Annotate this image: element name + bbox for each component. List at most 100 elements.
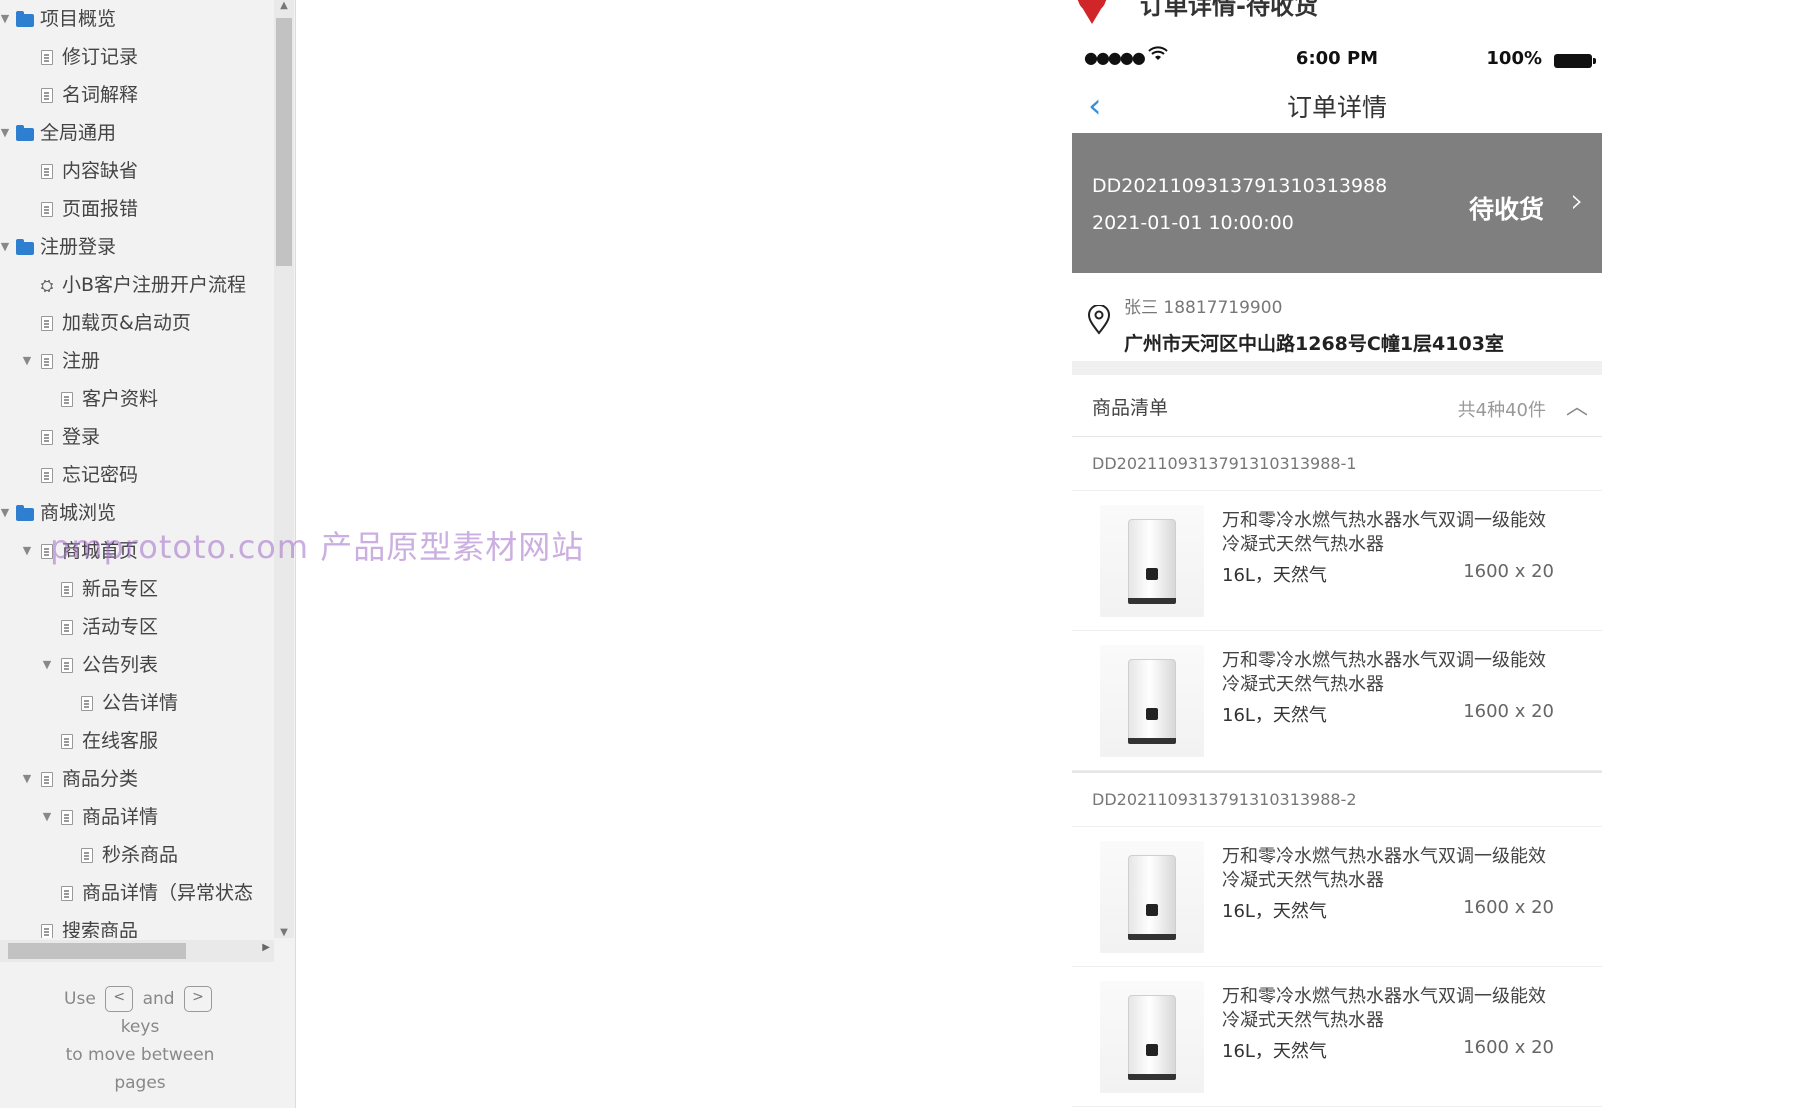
tree-item[interactable]: 页面报错 — [0, 190, 274, 228]
order-status-banner[interactable]: DD2021109313791310313988 2021-01-01 10:0… — [1072, 133, 1602, 273]
scroll-right-icon[interactable]: ▶ — [262, 942, 270, 953]
expand-arrow-icon[interactable]: ▼ — [0, 228, 12, 266]
page-icon — [57, 380, 77, 418]
tree-item[interactable]: 搜索商品 — [0, 912, 274, 938]
page-icon — [37, 342, 57, 380]
expand-arrow-icon[interactable]: ▼ — [0, 114, 12, 152]
product-item[interactable]: 万和零冷水燃气热水器水气双调一级能效冷凝式天然气热水器 16L，天然气 1600 x… — [1072, 491, 1602, 631]
folder-icon — [15, 0, 35, 38]
tree-item-label: 小B客户注册开户流程 — [62, 274, 247, 296]
page-icon — [37, 456, 57, 494]
tree-item[interactable]: 登录 — [0, 418, 274, 456]
product-price: 1600 x 20 — [1463, 701, 1554, 722]
product-price: 1600 x 20 — [1463, 1037, 1554, 1058]
tree-item-label: 秒杀商品 — [102, 844, 179, 866]
hscroll-thumb[interactable] — [8, 943, 186, 959]
product-name: 万和零冷水燃气热水器水气双调一级能效冷凝式天然气热水器 — [1222, 986, 1546, 1031]
nav-bar: ‹ 订单详情 — [1072, 82, 1602, 133]
hint-keys: keys — [120, 1017, 160, 1037]
expand-arrow-icon[interactable]: ▼ — [40, 646, 54, 684]
tree-item[interactable]: ▼ 项目概览 — [0, 0, 274, 38]
tree-item[interactable]: 商品详情（异常状态 — [0, 874, 274, 912]
product-spec: 16L，天然气 — [1222, 705, 1327, 726]
page-icon — [77, 836, 97, 874]
scroll-thumb[interactable] — [276, 18, 292, 266]
product-price: 1600 x 20 — [1463, 897, 1554, 918]
product-price: 1600 x 20 — [1463, 561, 1554, 582]
tree-item-label: 名词解释 — [62, 84, 139, 106]
chevron-up-icon[interactable]: ︿ — [1566, 389, 1588, 421]
watermark: pmprototo.com 产品原型素材网站 — [50, 528, 585, 566]
tree-item-label: 加载页&启动页 — [62, 312, 191, 334]
flow-icon: ⛭ — [40, 276, 54, 295]
product-name: 万和零冷水燃气热水器水气双调一级能效冷凝式天然气热水器 — [1222, 510, 1546, 555]
tree-item-label: 在线客服 — [82, 730, 159, 752]
water-heater-icon — [1128, 519, 1176, 604]
keyboard-hint: Use < and > keys to move between pages — [0, 985, 280, 1097]
hint-line3: pages — [114, 1073, 166, 1093]
address-detail: 广州市天河区中山路1268号C幢1层4103室 — [1124, 333, 1504, 355]
goods-list-label: 商品清单 — [1092, 397, 1169, 419]
hint-line2: to move between — [65, 1045, 215, 1065]
product-item[interactable]: 万和零冷水燃气热水器水气双调一级能效冷凝式天然气热水器 16L，天然气 1600 x… — [1072, 967, 1602, 1107]
tree-item[interactable]: 忘记密码 — [0, 456, 274, 494]
tree-item[interactable]: 内容缺省 — [0, 152, 274, 190]
chevron-right-icon[interactable]: › — [1570, 181, 1584, 221]
goods-count: 共4种40件 — [1457, 400, 1546, 421]
folder-icon — [15, 114, 35, 152]
tree-item-label: 公告列表 — [82, 654, 159, 676]
product-name: 万和零冷水燃气热水器水气双调一级能效冷凝式天然气热水器 — [1222, 650, 1546, 695]
tree-item[interactable]: 客户资料 — [0, 380, 274, 418]
tree-item-label: 项目概览 — [40, 8, 117, 30]
tree-item-label: 注册 — [62, 350, 101, 372]
tree-item[interactable]: ▼ 商品详情 — [0, 798, 274, 836]
tree-item-label: 内容缺省 — [62, 160, 139, 182]
product-item[interactable]: 万和零冷水燃气热水器水气双调一级能效冷凝式天然气热水器 16L，天然气 1600 x… — [1072, 827, 1602, 967]
expand-arrow-icon[interactable]: ▼ — [20, 532, 34, 570]
page-title: 订单详情-待收货 — [1140, 0, 1318, 20]
tree-item[interactable]: 加载页&启动页 — [0, 304, 274, 342]
tree-item[interactable]: ▼ 注册登录 — [0, 228, 274, 266]
page-icon — [37, 912, 57, 938]
tree-item-label: 活动专区 — [82, 616, 159, 638]
goods-groups: DD2021109313791310313988-1 万和零冷水燃气热水器水气双调… — [1072, 437, 1602, 1107]
scroll-up-icon[interactable]: ▲ — [274, 0, 294, 11]
tree-item-label: 商品详情（异常状态 — [82, 882, 254, 904]
tree-item[interactable]: ▼ 全局通用 — [0, 114, 274, 152]
tree-item[interactable]: ▼ 注册 — [0, 342, 274, 380]
expand-arrow-icon[interactable]: ▼ — [0, 494, 12, 532]
expand-arrow-icon[interactable]: ▼ — [20, 760, 34, 798]
suborder-number: DD2021109313791310313988-2 — [1072, 773, 1602, 827]
product-name: 万和零冷水燃气热水器水气双调一级能效冷凝式天然气热水器 — [1222, 846, 1546, 891]
expand-arrow-icon[interactable]: ▼ — [40, 798, 54, 836]
folder-icon — [15, 494, 35, 532]
hint-and: and — [142, 989, 175, 1009]
page-icon — [37, 152, 57, 190]
tree-item-label: 新品专区 — [82, 578, 159, 600]
vertical-scrollbar[interactable]: ▲ ▼ — [274, 0, 294, 938]
tree-item-label: 页面报错 — [62, 198, 139, 220]
scroll-down-icon[interactable]: ▼ — [274, 927, 294, 938]
water-heater-icon — [1128, 995, 1176, 1080]
expand-arrow-icon[interactable]: ▼ — [20, 342, 34, 380]
tree-item-label: 全局通用 — [40, 122, 117, 144]
tree-item[interactable]: 新品专区 — [0, 570, 274, 608]
tree-item[interactable]: 名词解释 — [0, 76, 274, 114]
product-item[interactable]: 万和零冷水燃气热水器水气双调一级能效冷凝式天然气热水器 16L，天然气 1600 x… — [1072, 631, 1602, 771]
horizontal-scrollbar[interactable]: ▶ — [0, 940, 274, 962]
water-heater-icon — [1128, 855, 1176, 940]
product-image — [1100, 645, 1204, 757]
goods-list-header[interactable]: 商品清单 共4种40件 ︿ — [1072, 375, 1602, 437]
tree-item[interactable]: 秒杀商品 — [0, 836, 274, 874]
tree-item[interactable]: ⛭ 小B客户注册开户流程 — [0, 266, 274, 304]
tree-item[interactable]: 公告详情 — [0, 684, 274, 722]
water-heater-icon — [1128, 659, 1176, 744]
tree-item[interactable]: ▼ 公告列表 — [0, 646, 274, 684]
tree-item[interactable]: ▼ 商品分类 — [0, 760, 274, 798]
tree-item-label: 忘记密码 — [62, 464, 139, 486]
product-spec: 16L，天然气 — [1222, 565, 1327, 586]
expand-arrow-icon[interactable]: ▼ — [0, 0, 12, 38]
tree-item[interactable]: 修订记录 — [0, 38, 274, 76]
tree-item[interactable]: 在线客服 — [0, 722, 274, 760]
tree-item[interactable]: 活动专区 — [0, 608, 274, 646]
